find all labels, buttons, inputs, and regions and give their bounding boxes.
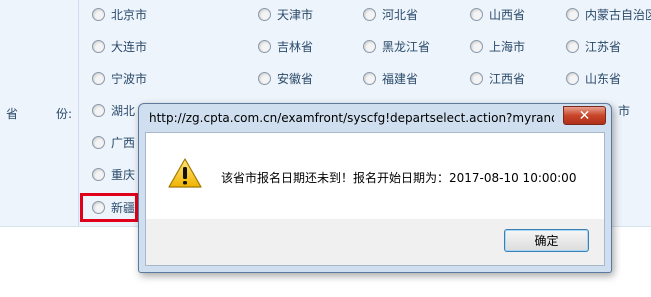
radio-option[interactable]: 河北省 <box>363 6 418 22</box>
radio-button[interactable] <box>470 39 483 53</box>
dialog-message: 该省市报名日期还未到！报名开始日期为：2017-08-10 10:00:00 <box>221 171 577 185</box>
province-label-suffix: 份: <box>55 107 72 121</box>
radio-label: 上海市 <box>489 39 526 54</box>
radio-button[interactable] <box>92 39 105 53</box>
radio-label: 市 <box>618 103 631 118</box>
radio-label: 山东省 <box>585 71 622 86</box>
radio-option[interactable]: 黑龙江省 <box>363 38 430 54</box>
radio-label: 湖北 <box>111 103 136 118</box>
radio-label: 北京市 <box>111 7 148 22</box>
ok-button[interactable]: 确定 <box>504 229 589 252</box>
alert-dialog: http://zg.cpta.com.cn/examfront/syscfg!d… <box>138 103 612 273</box>
radio-label: 广西 <box>111 135 136 150</box>
radio-button[interactable] <box>92 7 105 21</box>
radio-option-partial[interactable]: 市 <box>618 102 630 118</box>
radio-button[interactable] <box>92 103 105 117</box>
radio-button[interactable] <box>92 167 105 181</box>
radio-option[interactable]: 安徽省 <box>258 70 313 86</box>
radio-button[interactable] <box>92 71 105 85</box>
radio-button[interactable] <box>258 39 271 53</box>
province-label-char: 省 <box>6 107 19 121</box>
radio-label: 重庆 <box>111 167 136 182</box>
radio-button[interactable] <box>566 71 579 85</box>
radio-label: 宁波市 <box>111 71 148 86</box>
ok-button-label: 确定 <box>534 234 559 248</box>
radio-option[interactable]: 福建省 <box>363 70 418 86</box>
radio-button[interactable] <box>566 39 579 53</box>
warning-icon <box>168 158 202 188</box>
radio-option[interactable]: 内蒙古自治区 <box>566 6 651 22</box>
highlight-box <box>80 193 138 222</box>
dialog-title: http://zg.cpta.com.cn/examfront/syscfg!d… <box>149 111 554 125</box>
radio-button[interactable] <box>363 39 376 53</box>
radio-option[interactable]: 上海市 <box>470 38 525 54</box>
radio-option[interactable]: 江苏省 <box>566 38 621 54</box>
radio-label: 内蒙古自治区 <box>585 7 651 22</box>
radio-button[interactable] <box>566 7 579 21</box>
radio-button[interactable] <box>258 71 271 85</box>
radio-label: 安徽省 <box>277 71 314 86</box>
radio-button[interactable] <box>470 71 483 85</box>
province-field-label: 省 份: <box>6 105 72 122</box>
radio-label: 江苏省 <box>585 39 622 54</box>
radio-option[interactable]: 江西省 <box>470 70 525 86</box>
close-button[interactable]: ✕ <box>563 106 606 125</box>
radio-option[interactable]: 大连市 <box>92 38 147 54</box>
radio-button[interactable] <box>470 7 483 21</box>
radio-label: 大连市 <box>111 39 148 54</box>
dialog-body: 该省市报名日期还未到！报名开始日期为：2017-08-10 10:00:00 确… <box>145 132 605 266</box>
radio-option[interactable]: 湖北 <box>92 102 135 118</box>
radio-button[interactable] <box>363 7 376 21</box>
radio-option[interactable]: 吉林省 <box>258 38 313 54</box>
radio-option[interactable]: 广西 <box>92 134 135 150</box>
radio-label: 山西省 <box>489 7 526 22</box>
radio-label: 天津市 <box>277 7 314 22</box>
radio-option[interactable]: 重庆 <box>92 166 135 182</box>
radio-option[interactable]: 山东省 <box>566 70 621 86</box>
radio-label: 河北省 <box>382 7 419 22</box>
message-area: 该省市报名日期还未到！报名开始日期为：2017-08-10 10:00:00 <box>146 133 604 219</box>
column-divider <box>78 0 79 226</box>
radio-button[interactable] <box>258 7 271 21</box>
radio-button[interactable] <box>92 135 105 149</box>
radio-option[interactable]: 宁波市 <box>92 70 147 86</box>
radio-label: 江西省 <box>489 71 526 86</box>
close-icon: ✕ <box>578 107 591 124</box>
radio-label: 黑龙江省 <box>382 39 431 54</box>
radio-option[interactable]: 山西省 <box>470 6 525 22</box>
radio-button[interactable] <box>363 71 376 85</box>
radio-option[interactable]: 北京市 <box>92 6 147 22</box>
radio-label: 福建省 <box>382 71 419 86</box>
radio-option[interactable]: 天津市 <box>258 6 313 22</box>
radio-label: 吉林省 <box>277 39 314 54</box>
